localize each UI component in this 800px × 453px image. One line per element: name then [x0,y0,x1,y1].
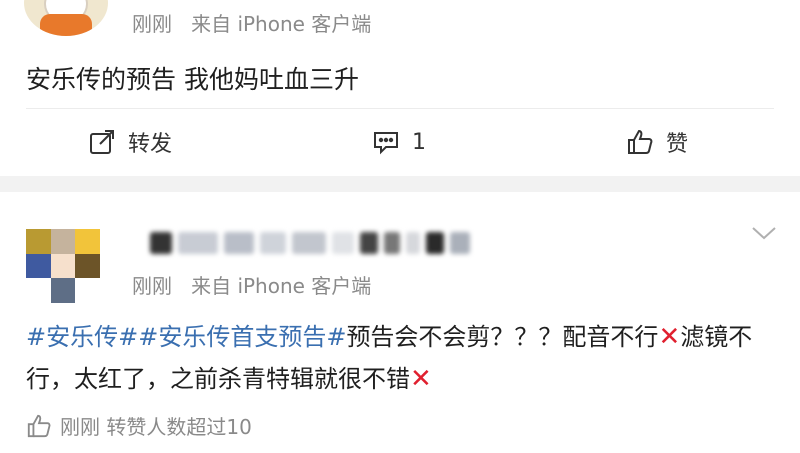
feed-separator [0,176,800,192]
post-device[interactable]: iPhone 客户端 [237,12,371,36]
repost-button[interactable]: 转发 [88,124,172,160]
thumbs-up-icon [628,129,653,154]
comment-count: 1 [412,129,426,155]
divider [26,108,774,109]
topic-link[interactable]: #安乐传首支预告# [138,323,346,351]
cross-emoji-icon: ✕ [410,364,432,394]
comment-icon [374,132,398,155]
avatar[interactable] [26,229,100,303]
post-device[interactable]: iPhone 客户端 [237,274,371,298]
username-redacted[interactable] [150,230,480,256]
weibo-feed: 刚刚 来自 iPhone 客户端 安乐传的预告 我他妈吐血三升 转发 1 赞 刚… [0,0,800,453]
post-time: 刚刚 [60,415,100,439]
comment-button[interactable]: 1 [372,124,426,160]
post-meta: 刚刚 来自 iPhone 客户端 [132,8,371,37]
post-meta: 刚刚 来自 iPhone 客户端 [132,270,371,299]
post-footer: 刚刚 转赞人数超过10 [26,411,252,440]
post-time: 刚刚 [132,12,172,36]
chevron-down-icon[interactable] [750,222,778,244]
repost-label: 转发 [128,132,173,157]
post-source-label: 来自 [191,274,232,298]
like-label: 赞 [666,132,689,157]
repost-icon [90,130,114,154]
cross-emoji-icon: ✕ [658,322,681,352]
engagement-stats: 转赞人数超过10 [106,415,252,439]
avatar[interactable] [24,0,108,36]
post-text: #安乐传##安乐传首支预告#预告会不会剪？？？配音不行✕滤镜不行，太红了，之前杀… [26,316,778,400]
topic-link[interactable]: #安乐传# [26,323,138,351]
post-text-part: 预告会不会剪？？？配音不行 [346,323,659,351]
post-time: 刚刚 [132,274,172,298]
like-button[interactable]: 赞 [626,124,688,160]
post-source-label: 来自 [191,12,232,36]
thumbs-up-icon[interactable] [26,413,52,439]
post-text: 安乐传的预告 我他妈吐血三升 [26,65,359,94]
